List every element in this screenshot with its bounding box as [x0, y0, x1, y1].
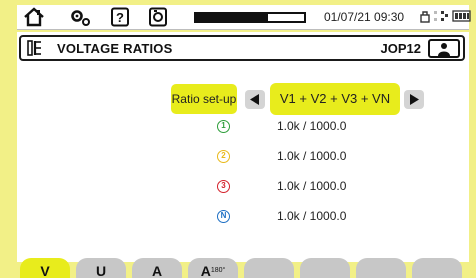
arrow-left-icon — [250, 94, 259, 105]
ratio-setup-button[interactable]: Ratio set-up — [171, 84, 237, 114]
tab-empty-7[interactable] — [356, 258, 406, 278]
page-title: VOLTAGE RATIOS — [57, 41, 173, 56]
phase-3-badge: 3 — [217, 180, 230, 193]
progress-bar — [194, 12, 306, 23]
status-bar: ? 01/07/21 09:30 — [17, 5, 472, 30]
ratio-icon — [27, 39, 51, 58]
selected-connection[interactable]: V1 + V2 + V3 + VN — [270, 83, 400, 115]
tab-u[interactable]: U — [76, 258, 126, 278]
ratio-row-2: 2 1.0k / 1000.0 — [217, 147, 417, 167]
tab-a-180[interactable]: A180° — [188, 258, 238, 278]
camera-icon[interactable] — [147, 7, 169, 27]
ratio-row-1: 1 1.0k / 1000.0 — [217, 117, 417, 137]
battery-icon — [452, 10, 471, 22]
ratio-value-1[interactable]: 1.0k / 1000.0 — [277, 119, 346, 133]
lock-icon — [420, 11, 430, 23]
ratio-value-3[interactable]: 1.0k / 1000.0 — [277, 179, 346, 193]
phase-1-badge: 1 — [217, 120, 230, 133]
user-button[interactable] — [428, 39, 460, 58]
user-icon — [438, 43, 450, 56]
next-arrow-button[interactable] — [404, 90, 424, 109]
device-frame: ? 01/07/21 09:30 VOLTAGE RATIOS JOP12 Ra… — [0, 0, 476, 278]
settings-icon[interactable] — [69, 7, 91, 27]
datetime: 01/07/21 09:30 — [324, 10, 405, 24]
main-screen: VOLTAGE RATIOS JOP12 Ratio set-up V1 + V… — [17, 32, 469, 262]
phase-2-badge: 2 — [217, 150, 230, 163]
svg-text:?: ? — [116, 10, 124, 25]
phase-n-badge: N — [217, 210, 230, 223]
ratio-value-n[interactable]: 1.0k / 1000.0 — [277, 209, 346, 223]
tab-empty-5[interactable] — [244, 258, 294, 278]
progress-fill — [196, 14, 269, 21]
ratio-value-2[interactable]: 1.0k / 1000.0 — [277, 149, 346, 163]
tab-empty-8[interactable] — [412, 258, 462, 278]
tab-v[interactable]: V — [20, 258, 70, 278]
network-icon — [434, 11, 448, 21]
title-bar: VOLTAGE RATIOS JOP12 — [19, 35, 465, 61]
ratio-row-n: N 1.0k / 1000.0 — [217, 207, 417, 227]
arrow-right-icon — [410, 94, 419, 105]
tray-icons — [420, 9, 472, 26]
help-icon[interactable]: ? — [109, 7, 131, 27]
tab-empty-6[interactable] — [300, 258, 350, 278]
job-code: JOP12 — [380, 41, 421, 56]
previous-arrow-button[interactable] — [245, 90, 265, 109]
home-icon[interactable] — [23, 7, 45, 27]
ratio-row-3: 3 1.0k / 1000.0 — [217, 177, 417, 197]
tab-a[interactable]: A — [132, 258, 182, 278]
